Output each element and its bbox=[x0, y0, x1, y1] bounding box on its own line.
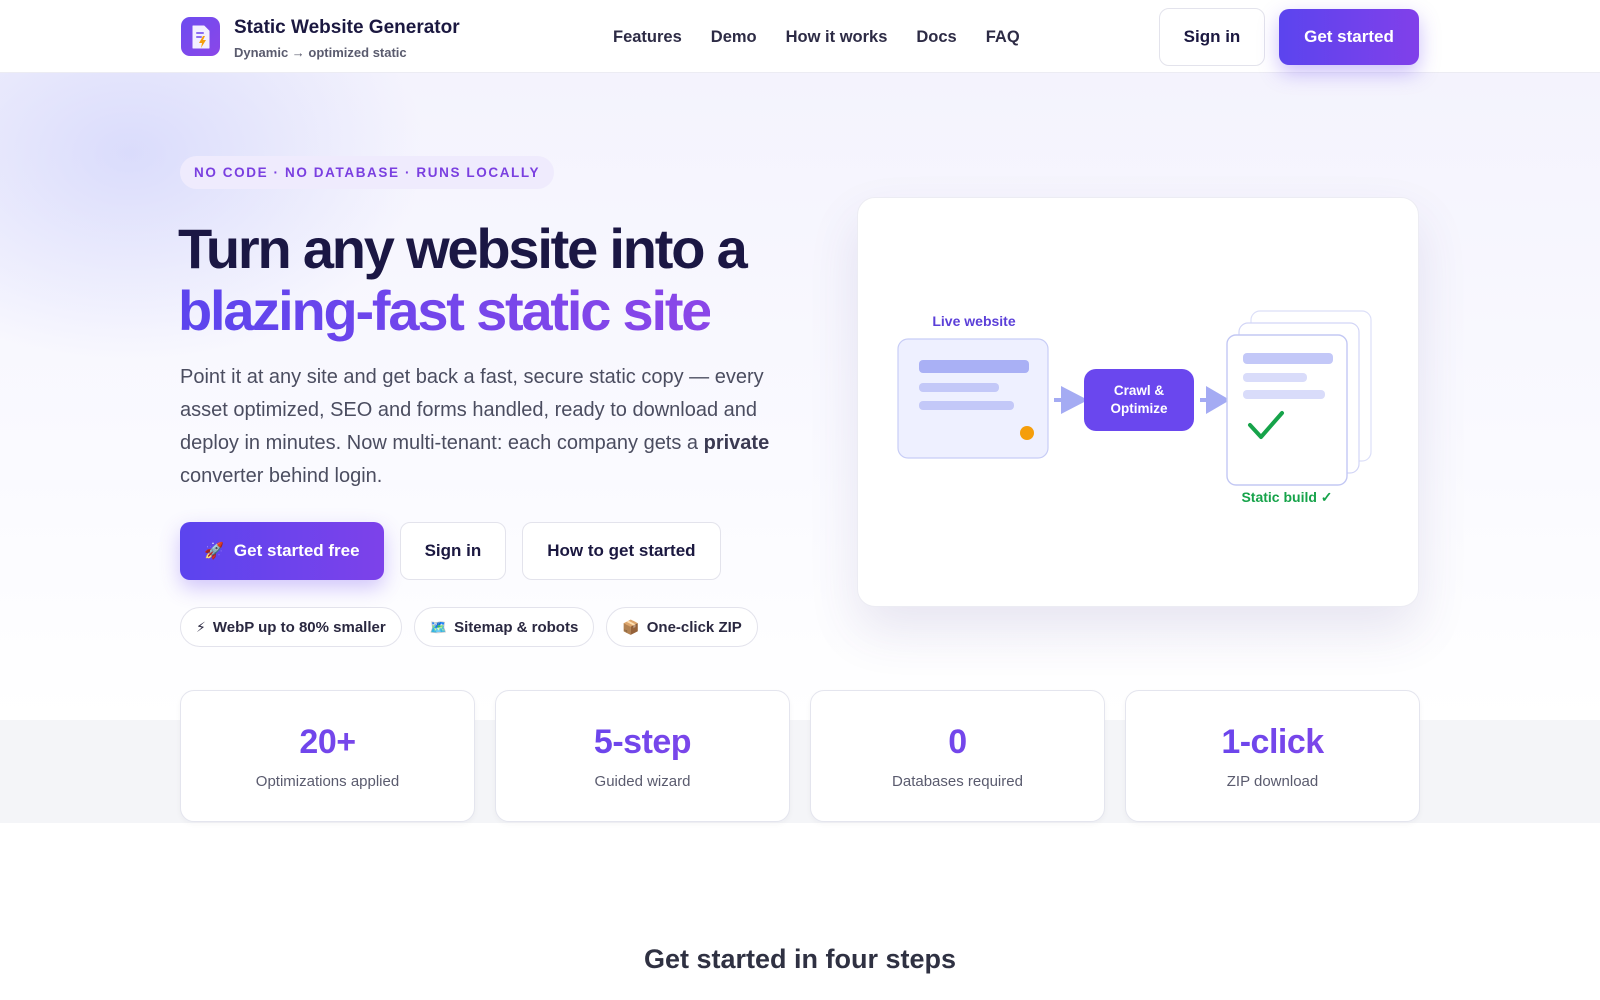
live-website-box bbox=[897, 338, 1049, 459]
stat-value: 0 bbox=[811, 723, 1104, 761]
crawl-optimize-box: Crawl & Optimize bbox=[1084, 369, 1194, 431]
lead-text-part-1: Point it at any site and get back a fast… bbox=[180, 366, 764, 454]
document-lightning-icon bbox=[181, 17, 220, 56]
conversion-illustration-card: Live website Crawl & Optimize Static bui… bbox=[857, 197, 1419, 607]
hero-cta-row: 🚀 Get started free Sign in How to get st… bbox=[180, 522, 721, 580]
hero-tagline-pill: NO CODE · NO DATABASE · RUNS LOCALLY bbox=[180, 156, 555, 189]
get-started-free-button[interactable]: 🚀 Get started free bbox=[180, 522, 384, 580]
stat-card-databases: 0 Databases required bbox=[810, 690, 1105, 822]
stats-row: 20+ Optimizations applied 5-step Guided … bbox=[180, 690, 1420, 822]
arrow-right-icon bbox=[1054, 386, 1088, 414]
stat-label: Databases required bbox=[892, 773, 1023, 790]
conversion-diagram: Live website Crawl & Optimize Static bui… bbox=[897, 310, 1372, 505]
nav-link-demo[interactable]: Demo bbox=[711, 26, 757, 48]
hero-lead-text: Point it at any site and get back a fast… bbox=[180, 361, 800, 493]
stat-label: ZIP download bbox=[1226, 773, 1319, 790]
rocket-icon: 🚀 bbox=[204, 543, 224, 560]
feature-chip-webp: ⚡ WebP up to 80% smaller bbox=[180, 607, 402, 647]
nav-link-how-it-works[interactable]: How it works bbox=[786, 26, 888, 48]
stat-card-wizard: 5-step Guided wizard bbox=[495, 690, 790, 822]
hero-headline: Turn any website into a blazing-fast sta… bbox=[178, 218, 818, 342]
feature-chip-zip: 📦 One-click ZIP bbox=[606, 607, 758, 647]
stat-value: 20+ bbox=[181, 723, 474, 761]
stat-value: 1-click bbox=[1126, 723, 1419, 761]
process-label-line-1: Crawl & bbox=[1114, 383, 1165, 398]
stat-value: 5-step bbox=[496, 723, 789, 761]
stat-label: Guided wizard bbox=[594, 773, 691, 790]
site-header: Static Website Generator Dynamic → optim… bbox=[0, 0, 1600, 73]
lead-text-bold: private bbox=[703, 432, 770, 454]
brand-title: Static Website Generator bbox=[234, 17, 460, 38]
stat-label: Optimizations applied bbox=[255, 773, 400, 790]
header-get-started-button[interactable]: Get started bbox=[1279, 9, 1419, 65]
brand-subtitle: Dynamic → optimized static bbox=[234, 45, 407, 60]
feature-chip-sitemap: 🗺️ Sitemap & robots bbox=[413, 607, 595, 647]
status-dot-icon bbox=[1020, 426, 1034, 440]
lightning-icon: ⚡ bbox=[196, 618, 206, 635]
package-icon: 📦 bbox=[622, 618, 640, 635]
process-label-line-2: Optimize bbox=[1110, 401, 1167, 416]
nav-link-faq[interactable]: FAQ bbox=[986, 26, 1020, 48]
feature-chip-label: Sitemap & robots bbox=[454, 618, 579, 636]
how-to-get-started-button[interactable]: How to get started bbox=[522, 522, 721, 580]
header-signin-button[interactable]: Sign in bbox=[1159, 8, 1265, 66]
stat-card-optimizations: 20+ Optimizations applied bbox=[180, 690, 475, 822]
feature-chip-label: WebP up to 80% smaller bbox=[212, 618, 386, 636]
headline-line-1: Turn any website into a bbox=[178, 217, 748, 280]
main-nav: Features Demo How it works Docs FAQ bbox=[613, 26, 1049, 48]
arrow-right-icon bbox=[1200, 386, 1230, 414]
stat-card-zip: 1-click ZIP download bbox=[1125, 690, 1420, 822]
get-started-free-label: Get started free bbox=[233, 541, 360, 560]
hero-signin-button[interactable]: Sign in bbox=[399, 522, 507, 580]
map-icon: 🗺️ bbox=[429, 618, 448, 635]
brand[interactable]: Static Website Generator Dynamic → optim… bbox=[181, 17, 460, 60]
nav-link-docs[interactable]: Docs bbox=[916, 26, 956, 48]
lead-text-part-2: converter behind login. bbox=[180, 465, 383, 487]
static-build-stack bbox=[1226, 310, 1372, 486]
steps-section-title: Get started in four steps bbox=[643, 944, 957, 974]
nav-link-features[interactable]: Features bbox=[613, 26, 682, 48]
headline-line-2: blazing-fast static site bbox=[178, 279, 712, 342]
live-website-label: Live website bbox=[932, 313, 1015, 329]
static-build-label: Static build ✓ bbox=[1241, 489, 1332, 505]
feature-chips: ⚡ WebP up to 80% smaller 🗺️ Sitemap & ro… bbox=[180, 607, 770, 647]
feature-chip-label: One-click ZIP bbox=[646, 618, 742, 636]
